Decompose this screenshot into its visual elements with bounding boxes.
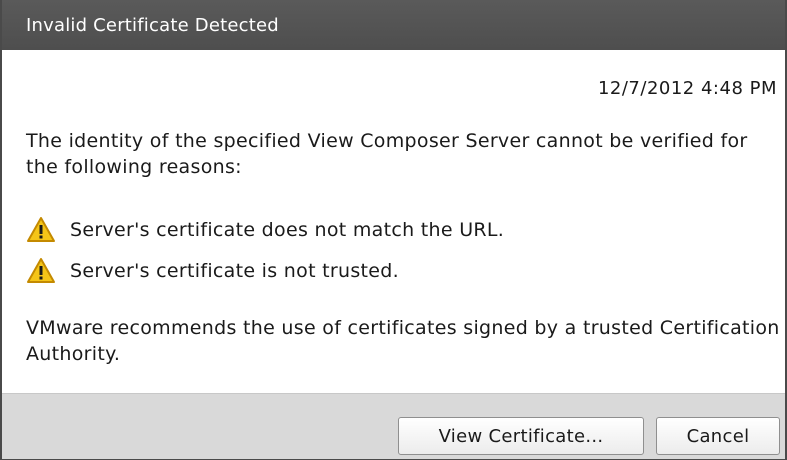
recommendation-message: VMware recommends the use of certificate… [26, 317, 780, 365]
view-certificate-button[interactable]: View Certificate... [398, 417, 644, 455]
cancel-button[interactable]: Cancel [656, 417, 780, 455]
dialog-footer: View Certificate... Cancel [2, 393, 785, 459]
timestamp: 12/7/2012 4:48 PM [597, 78, 777, 99]
dialog-title: Invalid Certificate Detected [26, 14, 279, 36]
intro-message: The identity of the specified View Compo… [26, 130, 748, 178]
dialog-titlebar: Invalid Certificate Detected [2, 0, 785, 50]
reason-text: Server's certificate is not trusted. [70, 260, 399, 282]
reason-item: Server's certificate does not match the … [26, 215, 504, 245]
warning-icon [27, 258, 55, 283]
reason-text: Server's certificate does not match the … [70, 219, 505, 241]
certificate-dialog: Invalid Certificate Detected 12/7/2012 4… [0, 0, 787, 460]
warning-icon [27, 217, 55, 242]
reason-item: Server's certificate is not trusted. [26, 256, 399, 286]
